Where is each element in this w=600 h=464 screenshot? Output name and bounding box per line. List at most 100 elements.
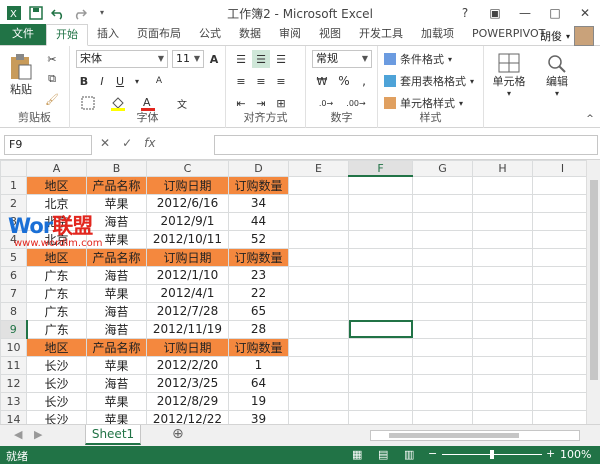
row-header[interactable]: 6 xyxy=(0,265,27,285)
empty-cell[interactable] xyxy=(532,283,593,303)
zoom-in-icon[interactable]: + xyxy=(546,447,555,460)
data-cell[interactable]: 广东 xyxy=(26,283,87,303)
align-center-icon[interactable]: ≡ xyxy=(252,72,270,90)
column-header-d[interactable]: D xyxy=(228,160,289,177)
empty-cell[interactable] xyxy=(472,229,533,249)
tab-developer[interactable]: 开发工具 xyxy=(350,24,412,45)
row-header[interactable]: 9 xyxy=(0,319,28,339)
data-cell[interactable]: 2012/7/28 xyxy=(146,301,229,321)
empty-cell[interactable] xyxy=(348,175,413,195)
close-icon[interactable]: ✕ xyxy=(570,0,600,25)
align-right-icon[interactable]: ≡ xyxy=(272,72,290,90)
font-name-combo[interactable]: 宋体 ▼ xyxy=(76,50,168,68)
row-header[interactable]: 10 xyxy=(0,337,27,357)
scroll-right-icon[interactable]: ▶ xyxy=(34,428,42,441)
empty-cell[interactable] xyxy=(412,355,473,375)
conditional-format-button[interactable]: 条件格式 ▾ xyxy=(384,50,480,68)
data-cell[interactable]: 2012/10/11 xyxy=(146,229,229,249)
empty-cell[interactable] xyxy=(412,301,473,321)
ribbon-options-icon[interactable]: ▣ xyxy=(480,0,510,25)
row-header[interactable]: 8 xyxy=(0,301,27,321)
header-cell[interactable]: 地区 xyxy=(26,175,87,195)
empty-cell[interactable] xyxy=(288,211,349,231)
empty-cell[interactable] xyxy=(472,301,533,321)
cancel-icon[interactable]: ✕ xyxy=(100,136,110,150)
currency-icon[interactable]: ₩ xyxy=(312,72,332,90)
empty-cell[interactable] xyxy=(532,247,593,267)
comma-button[interactable]: , xyxy=(356,72,372,90)
data-cell[interactable]: 海苔 xyxy=(86,373,147,393)
empty-cell[interactable] xyxy=(472,283,533,303)
empty-cell[interactable] xyxy=(532,211,593,231)
empty-cell[interactable] xyxy=(472,391,533,411)
empty-cell[interactable] xyxy=(472,373,533,393)
data-cell[interactable]: 64 xyxy=(228,373,289,393)
format-as-table-button[interactable]: 套用表格格式 ▾ xyxy=(384,72,480,90)
page-layout-view-icon[interactable]: ▤ xyxy=(378,448,388,461)
data-cell[interactable]: 22 xyxy=(228,283,289,303)
empty-cell[interactable] xyxy=(412,265,473,285)
row-header[interactable]: 5 xyxy=(0,247,27,267)
data-cell[interactable]: 2012/6/16 xyxy=(146,193,229,213)
data-cell[interactable]: 2012/8/29 xyxy=(146,391,229,411)
empty-cell[interactable] xyxy=(412,283,473,303)
tab-addins[interactable]: 加载项 xyxy=(412,24,463,45)
data-cell[interactable]: 苹果 xyxy=(86,409,147,424)
empty-cell[interactable] xyxy=(288,283,349,303)
empty-cell[interactable] xyxy=(288,229,349,249)
data-cell[interactable]: 北京 xyxy=(26,211,87,231)
sheet-tab-sheet1[interactable]: Sheet1 xyxy=(85,425,141,445)
data-cell[interactable]: 34 xyxy=(228,193,289,213)
data-cell[interactable]: 苹果 xyxy=(86,229,147,249)
undo-icon[interactable] xyxy=(50,5,66,21)
customize-qat-icon[interactable]: ▾ xyxy=(94,5,110,21)
header-cell[interactable]: 地区 xyxy=(26,337,87,357)
name-box[interactable]: F9 xyxy=(4,135,92,155)
empty-cell[interactable] xyxy=(348,409,413,424)
data-cell[interactable]: 苹果 xyxy=(86,391,147,411)
empty-cell[interactable] xyxy=(532,355,593,375)
data-cell[interactable]: 长沙 xyxy=(26,373,87,393)
empty-cell[interactable] xyxy=(532,193,593,213)
header-cell[interactable]: 地区 xyxy=(26,247,87,267)
empty-cell[interactable] xyxy=(348,229,413,249)
empty-cell[interactable] xyxy=(348,265,413,285)
data-cell[interactable]: 长沙 xyxy=(26,391,87,411)
empty-cell[interactable] xyxy=(532,301,593,321)
data-cell[interactable]: 海苔 xyxy=(86,211,147,231)
row-header[interactable]: 13 xyxy=(0,391,27,411)
empty-cell[interactable] xyxy=(348,391,413,411)
empty-cell[interactable] xyxy=(472,211,533,231)
empty-cell[interactable] xyxy=(472,193,533,213)
column-header-f[interactable]: F xyxy=(348,160,413,177)
tab-view[interactable]: 视图 xyxy=(310,24,350,45)
row-header[interactable]: 14 xyxy=(0,409,27,424)
empty-cell[interactable] xyxy=(288,247,349,267)
empty-cell[interactable] xyxy=(412,229,473,249)
row-header[interactable]: 12 xyxy=(0,373,27,393)
row-header[interactable]: 7 xyxy=(0,283,27,303)
user-account[interactable]: 胡俊 ▾ xyxy=(540,26,594,46)
empty-cell[interactable] xyxy=(412,391,473,411)
empty-cell[interactable] xyxy=(412,373,473,393)
header-cell[interactable]: 订购数量 xyxy=(228,175,289,195)
data-cell[interactable]: 2012/1/10 xyxy=(146,265,229,285)
data-cell[interactable]: 52 xyxy=(228,229,289,249)
zoom-slider[interactable] xyxy=(442,450,542,459)
insert-function-button[interactable]: fx xyxy=(144,136,155,150)
zoom-out-icon[interactable]: − xyxy=(428,447,437,460)
data-cell[interactable]: 广东 xyxy=(26,319,87,339)
empty-cell[interactable] xyxy=(348,355,413,375)
underline-dropdown-icon[interactable]: ▾ xyxy=(132,72,142,90)
align-top-icon[interactable]: ☰ xyxy=(232,50,250,68)
empty-cell[interactable] xyxy=(532,409,593,424)
scroll-left-icon[interactable]: ◀ xyxy=(14,428,22,441)
format-painter-icon[interactable]: 🖌 xyxy=(42,90,62,108)
grow-font-button[interactable]: A xyxy=(207,50,221,68)
paste-button[interactable]: 粘贴 xyxy=(4,50,38,100)
enter-icon[interactable]: ✓ xyxy=(122,136,132,150)
data-cell[interactable]: 海苔 xyxy=(86,265,147,285)
empty-cell[interactable] xyxy=(532,391,593,411)
empty-cell[interactable] xyxy=(288,337,349,357)
row-header[interactable]: 3 xyxy=(0,211,27,231)
